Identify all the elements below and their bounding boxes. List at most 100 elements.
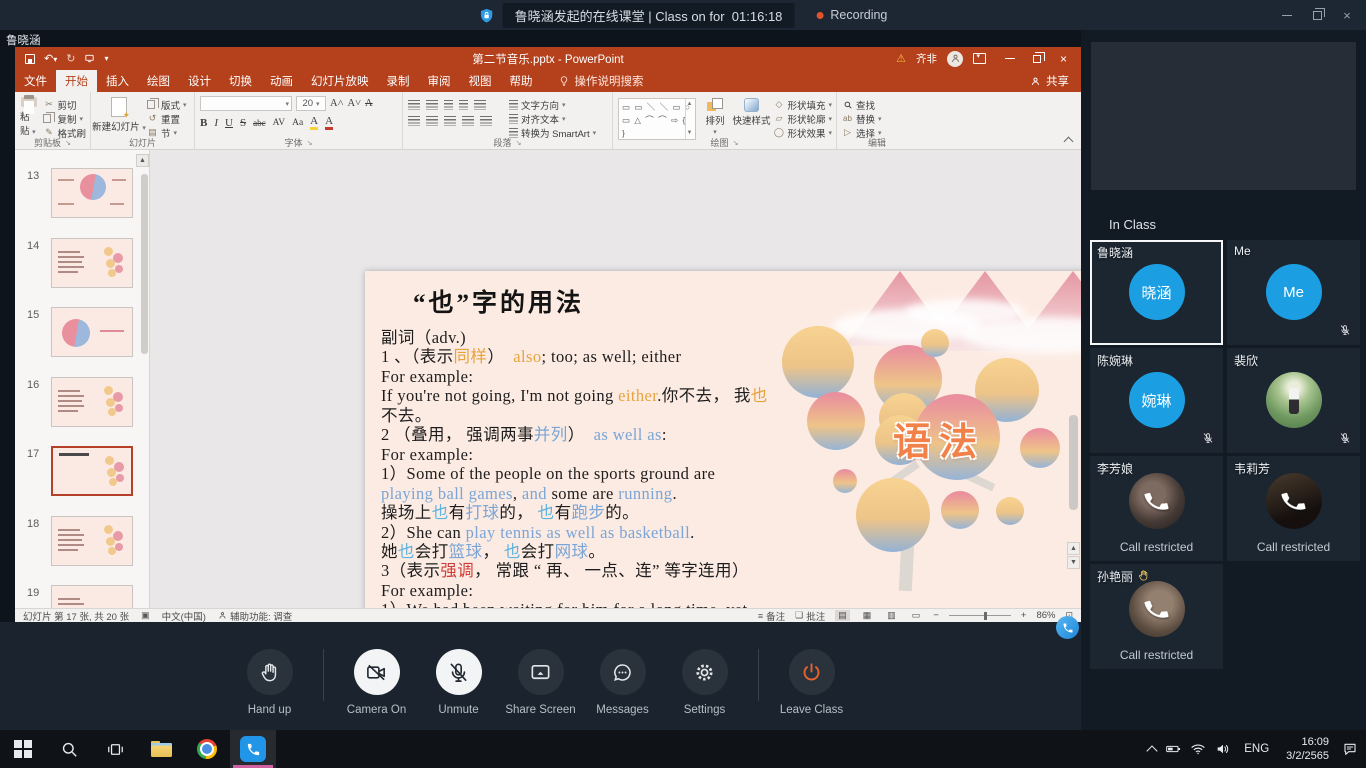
thumbnail-image[interactable] — [51, 377, 133, 427]
ppt-tab-动画[interactable]: 动画 — [261, 70, 302, 92]
zoom-slider[interactable] — [949, 615, 1011, 616]
text-shadow-button[interactable]: abc — [253, 118, 266, 128]
find-button[interactable]: 查找 — [842, 98, 882, 111]
ppt-tab-绘图[interactable]: 绘图 — [138, 70, 179, 92]
language-switcher[interactable]: ENG — [1240, 743, 1273, 755]
slide-thumbnail-row[interactable]: 16 — [15, 377, 150, 433]
next-slide-button[interactable]: ▼ — [1067, 556, 1080, 569]
thumbnail-image[interactable] — [51, 516, 133, 566]
participant-tile-裴欣[interactable]: 裴欣 — [1227, 348, 1360, 453]
window-minimize-button[interactable] — [1272, 0, 1302, 30]
columns-icon[interactable] — [480, 116, 492, 126]
justify-icon[interactable] — [462, 116, 474, 126]
clear-format-button[interactable]: A — [365, 98, 373, 109]
thumbnail-image[interactable] — [51, 307, 133, 357]
grow-font-button[interactable]: A˄ — [330, 98, 344, 109]
ppt-close-button[interactable]: × — [1050, 47, 1077, 70]
paste-button[interactable]: 粘贴 ▾ — [20, 95, 38, 137]
ppt-tab-幻灯片放映[interactable]: 幻灯片放映 — [302, 70, 378, 92]
reading-view-button[interactable]: ▥ — [884, 610, 899, 621]
thumbnail-image[interactable] — [51, 168, 133, 218]
ppt-tab-开始[interactable]: 开始 — [56, 70, 97, 92]
save-icon[interactable] — [25, 54, 35, 64]
bullets-icon[interactable] — [408, 100, 420, 110]
slide-thumbnail-row[interactable]: 19 — [15, 585, 150, 608]
share-button[interactable]: 共享 — [1030, 70, 1069, 92]
thumbnail-image[interactable] — [51, 585, 133, 608]
layout-button[interactable]: 版式▾ — [147, 98, 187, 111]
battery-icon[interactable] — [1165, 741, 1181, 757]
speaker-icon[interactable] — [1215, 741, 1231, 757]
collapse-ribbon-icon[interactable] — [1064, 137, 1074, 147]
arrange-icon[interactable] — [707, 98, 722, 112]
slideshow-icon[interactable] — [84, 53, 95, 64]
slide-thumbnail-row[interactable]: 17 — [15, 446, 150, 502]
toolbar-hand-up-button[interactable]: Hand up — [229, 649, 311, 716]
task-view-button[interactable] — [92, 730, 138, 768]
change-case-button[interactable]: Aa — [292, 118, 303, 128]
toolbar-messages-button[interactable]: Messages — [582, 649, 664, 716]
ppt-tab-视图[interactable]: 视图 — [460, 70, 501, 92]
toolbar-leave-button[interactable]: Leave Class — [771, 649, 853, 716]
italic-button[interactable]: I — [214, 117, 218, 129]
ppt-tab-设计[interactable]: 设计 — [179, 70, 220, 92]
file-explorer-button[interactable] — [138, 730, 184, 768]
quick-styles-icon[interactable] — [744, 98, 759, 112]
participant-tile-陈婉琳[interactable]: 陈婉琳婉琳 — [1090, 348, 1223, 453]
canvas-scrollbar[interactable]: ▲ ▼ — [1069, 160, 1078, 570]
ppt-tab-切换[interactable]: 切换 — [220, 70, 261, 92]
zoom-out-button[interactable]: − — [933, 610, 939, 621]
increase-indent-icon[interactable] — [459, 100, 468, 110]
bold-button[interactable]: B — [200, 117, 207, 129]
align-left-icon[interactable] — [408, 116, 420, 126]
reset-button[interactable]: ↺重置 — [147, 112, 187, 125]
slide-thumbnail-row[interactable]: 13 — [15, 168, 150, 224]
zoom-in-button[interactable]: + — [1021, 610, 1027, 621]
align-center-icon[interactable] — [426, 116, 438, 126]
tell-me-search[interactable]: 操作说明搜索 — [558, 70, 644, 92]
accessibility-status[interactable]: 辅助功能: 调查 — [218, 609, 292, 623]
ppt-restore-button[interactable] — [1023, 47, 1050, 70]
font-color-button[interactable]: A — [325, 115, 333, 130]
char-spacing-button[interactable]: AV — [273, 118, 286, 128]
underline-button[interactable]: U — [225, 117, 233, 129]
ppt-tab-帮助[interactable]: 帮助 — [501, 70, 542, 92]
strikethrough-button[interactable]: S — [240, 117, 246, 129]
toolbar-share-screen-button[interactable]: Share Screen — [500, 649, 582, 716]
window-close-button[interactable]: × — [1332, 0, 1362, 30]
highlight-color-button[interactable]: A — [310, 115, 318, 130]
chrome-button[interactable] — [184, 730, 230, 768]
replace-button[interactable]: ab替换▾ — [842, 112, 882, 125]
ribbon-display-options-icon[interactable] — [973, 53, 986, 64]
ppt-minimize-button[interactable] — [996, 47, 1023, 70]
ppt-tab-审阅[interactable]: 审阅 — [419, 70, 460, 92]
slide-thumbnail-row[interactable]: 14 — [15, 238, 150, 294]
window-restore-button[interactable] — [1302, 0, 1332, 30]
zoom-level[interactable]: 86% — [1036, 610, 1055, 621]
font-name-select[interactable]: ▾ — [200, 96, 292, 111]
current-slide[interactable]: “也”字的用法 副词（adv.)1 、（表示同样） also; too; as … — [365, 271, 1081, 608]
ppt-tab-插入[interactable]: 插入 — [97, 70, 138, 92]
classin-floating-button[interactable] — [1056, 616, 1079, 639]
account-avatar[interactable] — [947, 51, 963, 67]
align-text-button[interactable]: 对齐文本▾ — [509, 112, 596, 125]
copy-button[interactable]: 复制▾ — [43, 112, 86, 125]
qat-customize-icon[interactable]: ▾ — [104, 54, 108, 63]
tray-expand-icon[interactable] — [1147, 745, 1158, 756]
numbering-icon[interactable] — [426, 100, 438, 110]
language-indicator[interactable]: 中文(中国) — [162, 609, 206, 623]
slideshow-view-button[interactable]: ▭ — [909, 610, 924, 621]
undo-icon[interactable]: ↶▾ — [44, 52, 57, 65]
decrease-indent-icon[interactable] — [444, 100, 453, 110]
previous-slide-button[interactable]: ▲ — [1067, 542, 1080, 555]
classin-app-button[interactable] — [230, 730, 276, 768]
font-size-select[interactable]: 20▾ — [296, 96, 326, 111]
toolbar-camera-button[interactable]: Camera On — [336, 649, 418, 716]
ppt-tab-录制[interactable]: 录制 — [378, 70, 419, 92]
slide-sorter-view-button[interactable]: ▦ — [860, 610, 875, 621]
start-button[interactable] — [0, 730, 46, 768]
shape-outline-button[interactable]: ▱形状轮廓▾ — [773, 112, 832, 125]
shapes-gallery[interactable]: ▭ ▭ ＼ ＼ ▭ ○ ▭ △ ⌒ ⌒ ⇨ { } ▲▼ — [618, 98, 696, 140]
slide-thumbnail-row[interactable]: 15 — [15, 307, 150, 363]
notification-center-icon[interactable] — [1342, 741, 1358, 757]
